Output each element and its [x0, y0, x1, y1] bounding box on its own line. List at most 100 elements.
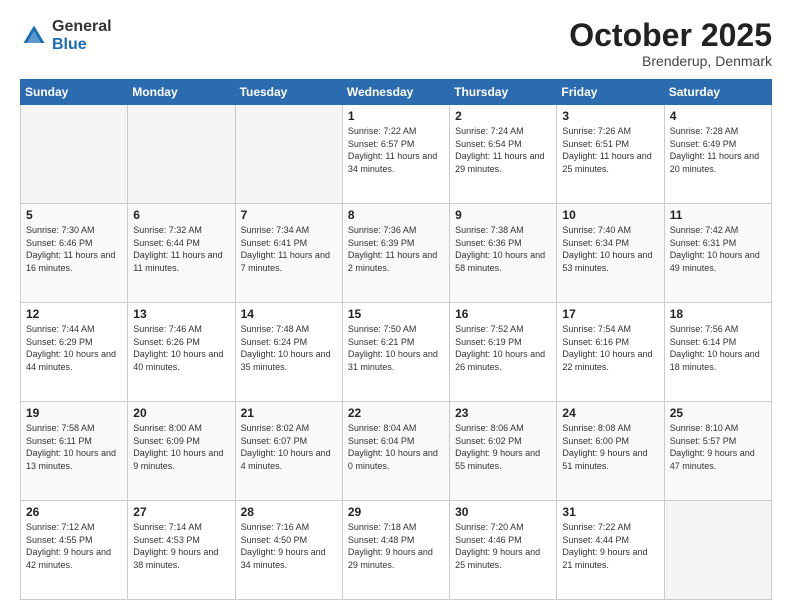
day-number: 26 — [26, 505, 122, 519]
day-info: Sunrise: 8:02 AMSunset: 6:07 PMDaylight:… — [241, 422, 337, 472]
main-title: October 2025 — [569, 18, 772, 53]
day-info: Sunrise: 7:50 AMSunset: 6:21 PMDaylight:… — [348, 323, 444, 373]
day-number: 16 — [455, 307, 551, 321]
day-info: Sunrise: 7:56 AMSunset: 6:14 PMDaylight:… — [670, 323, 766, 373]
day-info: Sunrise: 7:26 AMSunset: 6:51 PMDaylight:… — [562, 125, 658, 175]
calendar-cell: 15 Sunrise: 7:50 AMSunset: 6:21 PMDayligh… — [342, 303, 449, 402]
day-number: 2 — [455, 109, 551, 123]
day-number: 18 — [670, 307, 766, 321]
calendar-cell: 5Sunrise: 7:30 AMSunset: 6:46 PMDaylight… — [21, 204, 128, 303]
day-info: Sunrise: 8:06 AMSunset: 6:02 PMDaylight:… — [455, 422, 551, 472]
day-info: Sunrise: 7:22 AMSunset: 4:44 PMDaylight:… — [562, 521, 658, 571]
day-number: 8 — [348, 208, 444, 222]
title-block: October 2025 Brenderup, Denmark — [569, 18, 772, 69]
calendar-cell: 7Sunrise: 7:34 AMSunset: 6:41 PMDaylight… — [235, 204, 342, 303]
day-info: Sunrise: 7:20 AMSunset: 4:46 PMDaylight:… — [455, 521, 551, 571]
calendar-cell: 20Sunrise: 8:00 AMSunset: 6:09 PMDayligh… — [128, 402, 235, 501]
day-number: 4 — [670, 109, 766, 123]
day-info: Sunrise: 7:28 AMSunset: 6:49 PMDaylight:… — [670, 125, 766, 175]
day-info: Sunrise: 7:24 AMSunset: 6:54 PMDaylight:… — [455, 125, 551, 175]
calendar-cell: 27 Sunrise: 7:14 AMSunset: 4:53 PMDayligh… — [128, 501, 235, 600]
day-number: 6 — [133, 208, 229, 222]
calendar-header-wednesday: Wednesday — [342, 80, 449, 105]
day-info: Sunrise: 7:38 AMSunset: 6:36 PMDaylight:… — [455, 224, 551, 274]
day-info: Sunrise: 7:14 AMSunset: 4:53 PMDaylight:… — [133, 521, 229, 571]
calendar-week-row: 5Sunrise: 7:30 AMSunset: 6:46 PMDaylight… — [21, 204, 772, 303]
calendar-cell: 25Sunrise: 8:10 AMSunset: 5:57 PMDayligh… — [664, 402, 771, 501]
day-number: 31 — [562, 505, 658, 519]
logo-general: General — [52, 18, 112, 36]
calendar-cell: 16 Sunrise: 7:52 AMSunset: 6:19 PMDayligh… — [450, 303, 557, 402]
calendar-week-row: 12Sunrise: 7:44 AMSunset: 6:29 PMDayligh… — [21, 303, 772, 402]
day-info: Sunrise: 7:54 AMSunset: 6:16 PMDaylight:… — [562, 323, 658, 373]
calendar-cell: 18 Sunrise: 7:56 AMSunset: 6:14 PMDayligh… — [664, 303, 771, 402]
calendar-cell: 29Sunrise: 7:18 AMSunset: 4:48 PMDayligh… — [342, 501, 449, 600]
day-info: Sunrise: 8:08 AMSunset: 6:00 PMDaylight:… — [562, 422, 658, 472]
calendar-header-friday: Friday — [557, 80, 664, 105]
day-number: 19 — [26, 406, 122, 420]
day-number: 3 — [562, 109, 658, 123]
day-info: Sunrise: 7:44 AMSunset: 6:29 PMDaylight:… — [26, 323, 122, 373]
day-info: Sunrise: 7:22 AMSunset: 6:57 PMDaylight:… — [348, 125, 444, 175]
calendar-cell: 22Sunrise: 8:04 AMSunset: 6:04 PMDayligh… — [342, 402, 449, 501]
day-info: Sunrise: 7:36 AMSunset: 6:39 PMDaylight:… — [348, 224, 444, 274]
calendar-header-saturday: Saturday — [664, 80, 771, 105]
calendar-week-row: 26Sunrise: 7:12 AMSunset: 4:55 PMDayligh… — [21, 501, 772, 600]
day-number: 23 — [455, 406, 551, 420]
calendar-cell: 10 Sunrise: 7:40 AMSunset: 6:34 PMDayligh… — [557, 204, 664, 303]
calendar-cell: 8 Sunrise: 7:36 AMSunset: 6:39 PMDaylight… — [342, 204, 449, 303]
header: General Blue October 2025 Brenderup, Den… — [20, 18, 772, 69]
calendar-cell: 31 Sunrise: 7:22 AMSunset: 4:44 PMDayligh… — [557, 501, 664, 600]
day-info: Sunrise: 7:52 AMSunset: 6:19 PMDaylight:… — [455, 323, 551, 373]
calendar-cell: 30 Sunrise: 7:20 AMSunset: 4:46 PMDayligh… — [450, 501, 557, 600]
day-info: Sunrise: 8:00 AMSunset: 6:09 PMDaylight:… — [133, 422, 229, 472]
day-number: 1 — [348, 109, 444, 123]
calendar-week-row: 1 Sunrise: 7:22 AMSunset: 6:57 PMDaylight… — [21, 105, 772, 204]
day-number: 9 — [455, 208, 551, 222]
day-info: Sunrise: 7:30 AMSunset: 6:46 PMDaylight:… — [26, 224, 122, 274]
day-number: 27 — [133, 505, 229, 519]
calendar-cell: 23 Sunrise: 8:06 AMSunset: 6:02 PMDayligh… — [450, 402, 557, 501]
page: General Blue October 2025 Brenderup, Den… — [0, 0, 792, 612]
calendar-cell — [128, 105, 235, 204]
calendar-cell: 2 Sunrise: 7:24 AMSunset: 6:54 PMDaylight… — [450, 105, 557, 204]
calendar-cell: 9 Sunrise: 7:38 AMSunset: 6:36 PMDaylight… — [450, 204, 557, 303]
day-info: Sunrise: 7:32 AMSunset: 6:44 PMDaylight:… — [133, 224, 229, 274]
day-number: 17 — [562, 307, 658, 321]
calendar-header-tuesday: Tuesday — [235, 80, 342, 105]
calendar-header-monday: Monday — [128, 80, 235, 105]
calendar-cell: 11 Sunrise: 7:42 AMSunset: 6:31 PMDayligh… — [664, 204, 771, 303]
day-number: 24 — [562, 406, 658, 420]
logo: General Blue — [20, 18, 112, 53]
calendar-table: SundayMondayTuesdayWednesdayThursdayFrid… — [20, 79, 772, 600]
day-number: 10 — [562, 208, 658, 222]
calendar-cell: 28Sunrise: 7:16 AMSunset: 4:50 PMDayligh… — [235, 501, 342, 600]
day-info: Sunrise: 7:40 AMSunset: 6:34 PMDaylight:… — [562, 224, 658, 274]
calendar-cell: 26Sunrise: 7:12 AMSunset: 4:55 PMDayligh… — [21, 501, 128, 600]
calendar-cell: 24 Sunrise: 8:08 AMSunset: 6:00 PMDayligh… — [557, 402, 664, 501]
calendar-cell: 14Sunrise: 7:48 AMSunset: 6:24 PMDayligh… — [235, 303, 342, 402]
day-number: 28 — [241, 505, 337, 519]
day-number: 21 — [241, 406, 337, 420]
logo-blue: Blue — [52, 36, 112, 54]
calendar-cell: 3 Sunrise: 7:26 AMSunset: 6:51 PMDaylight… — [557, 105, 664, 204]
calendar-cell: 13Sunrise: 7:46 AMSunset: 6:26 PMDayligh… — [128, 303, 235, 402]
calendar-header-thursday: Thursday — [450, 80, 557, 105]
calendar-cell: 19 Sunrise: 7:58 AMSunset: 6:11 PMDayligh… — [21, 402, 128, 501]
calendar-header-row: SundayMondayTuesdayWednesdayThursdayFrid… — [21, 80, 772, 105]
calendar-cell — [235, 105, 342, 204]
calendar-cell: 4 Sunrise: 7:28 AMSunset: 6:49 PMDaylight… — [664, 105, 771, 204]
day-info: Sunrise: 7:42 AMSunset: 6:31 PMDaylight:… — [670, 224, 766, 274]
calendar-week-row: 19 Sunrise: 7:58 AMSunset: 6:11 PMDayligh… — [21, 402, 772, 501]
logo-text: General Blue — [52, 18, 112, 53]
calendar-cell: 21 Sunrise: 8:02 AMSunset: 6:07 PMDayligh… — [235, 402, 342, 501]
calendar-header-sunday: Sunday — [21, 80, 128, 105]
calendar-cell — [664, 501, 771, 600]
day-info: Sunrise: 7:48 AMSunset: 6:24 PMDaylight:… — [241, 323, 337, 373]
day-number: 30 — [455, 505, 551, 519]
day-number: 11 — [670, 208, 766, 222]
calendar-cell: 17 Sunrise: 7:54 AMSunset: 6:16 PMDayligh… — [557, 303, 664, 402]
subtitle: Brenderup, Denmark — [569, 53, 772, 69]
day-info: Sunrise: 7:58 AMSunset: 6:11 PMDaylight:… — [26, 422, 122, 472]
day-number: 15 — [348, 307, 444, 321]
